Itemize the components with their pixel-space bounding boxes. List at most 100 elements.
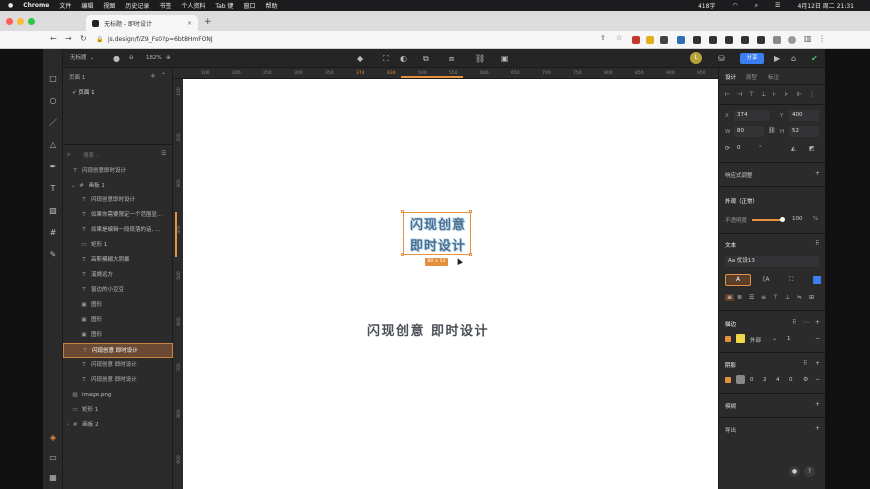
expand-caret-icon[interactable]: ⌄ <box>71 183 76 189</box>
align-top-icon[interactable]: ⊥ <box>761 91 766 98</box>
distribute-icon[interactable]: ⊩ <box>797 91 802 98</box>
extension-icon[interactable] <box>660 36 668 44</box>
opacity-slider-knob[interactable] <box>780 217 785 222</box>
layer-row[interactable]: T 闪现创意 即时设计 <box>63 358 173 373</box>
layer-row[interactable]: T 窗边的小豆豆 <box>63 283 173 298</box>
stroke-checkbox[interactable] <box>725 336 731 342</box>
tab-close-icon[interactable]: × <box>187 20 192 27</box>
shadow-spread[interactable]: 0 <box>789 377 793 383</box>
extension-icon[interactable] <box>646 36 654 44</box>
y-input[interactable]: 400 <box>789 110 819 121</box>
align-vcenter-icon[interactable]: ⊦ <box>773 91 776 98</box>
stroke-width-input[interactable]: 1 <box>787 336 791 342</box>
tab-prototype[interactable]: 原型 <box>746 73 757 81</box>
shadow-y[interactable]: 2 <box>763 377 767 383</box>
resize-handle[interactable] <box>401 210 404 213</box>
constrain-proportions-icon[interactable]: ⛓ <box>768 127 776 134</box>
extension-icon[interactable] <box>709 36 717 44</box>
handoff-icon[interactable]: ⌂ <box>791 54 796 63</box>
text-justify-icon[interactable]: ≡ <box>761 294 766 301</box>
back-icon[interactable]: ← <box>50 34 57 43</box>
extension-icon[interactable] <box>677 36 685 44</box>
stroke-more-icon[interactable]: ⋯ <box>803 319 809 326</box>
image-tool-icon[interactable]: ▨ <box>48 206 58 216</box>
wifi-icon[interactable]: ◠ <box>732 2 737 9</box>
shadow-x[interactable]: 0 <box>750 377 754 383</box>
flip-horizontal-icon[interactable]: ◭ <box>791 145 796 152</box>
ellipse-tool-icon[interactable]: ○ <box>48 96 58 106</box>
add-shadow-icon[interactable]: + <box>815 360 820 367</box>
layer-search-input[interactable]: 搜索... <box>83 151 99 159</box>
text-more-icon[interactable]: ⊞ <box>809 294 814 301</box>
align-left-icon[interactable]: ⊢ <box>725 91 730 98</box>
remove-stroke-icon[interactable]: − <box>815 335 820 342</box>
x-input[interactable]: 374 <box>734 110 770 121</box>
menu-bookmarks[interactable]: 书签 <box>159 1 171 10</box>
menu-help[interactable]: 帮助 <box>266 1 278 10</box>
add-page-icon[interactable]: + <box>150 72 156 80</box>
bookmark-star-icon[interactable]: ☆ <box>616 34 622 42</box>
zoom-out-icon[interactable]: ⊖ <box>129 54 134 63</box>
text-fill-tool-icon[interactable]: A <box>725 274 751 286</box>
text-align-right-icon[interactable]: ☰ <box>749 294 754 301</box>
component-icon[interactable]: ◆ <box>357 54 363 63</box>
profile-icon[interactable] <box>788 36 796 44</box>
reload-icon[interactable]: ↻ <box>80 34 87 43</box>
canvas-big-text[interactable]: 闪现创意 即时设计 <box>367 320 489 339</box>
layer-row[interactable]: ▣ 图形 <box>63 298 173 313</box>
layer-row[interactable]: ▣ 图形 <box>63 313 173 328</box>
opacity-slider-fill[interactable] <box>752 219 782 221</box>
shadow-color-swatch[interactable] <box>736 375 745 384</box>
text-middle-icon[interactable]: ⊥ <box>785 294 790 301</box>
brush-tool-icon[interactable]: ✎ <box>48 250 58 260</box>
pen-tool-icon[interactable]: ✒ <box>48 162 58 172</box>
layer-row[interactable]: T 闪现创意即时设计 <box>63 193 173 208</box>
align-bottom-icon[interactable]: ⊧ <box>785 91 788 98</box>
text-bottom-icon[interactable]: ≒ <box>797 294 802 301</box>
layers-icon[interactable]: ◈ <box>48 433 58 443</box>
tab-design[interactable]: 设计 <box>725 73 736 81</box>
expand-caret-icon[interactable]: › <box>67 422 69 428</box>
menu-view[interactable]: 视图 <box>103 1 115 10</box>
share-icon[interactable]: ⇪ <box>600 34 606 42</box>
menu-profile[interactable]: 个人资料 <box>181 1 205 10</box>
more-icon[interactable]: ⋮ <box>809 91 815 98</box>
close-window-icon[interactable] <box>6 18 13 25</box>
layer-row[interactable]: ▭ 矩形 1 <box>63 238 173 253</box>
file-name[interactable]: 无标题 <box>70 54 87 63</box>
extension-icon[interactable] <box>693 36 701 44</box>
sync-check-icon[interactable]: ✔ <box>811 54 818 63</box>
layer-row[interactable]: T 闪现创意即时设计 <box>63 164 173 179</box>
pages-header[interactable]: 页面 1 <box>69 73 85 81</box>
menu-tab[interactable]: Tab 键 <box>215 1 233 10</box>
polygon-tool-icon[interactable]: △ <box>48 140 58 150</box>
menu-history[interactable]: 历史记录 <box>125 1 149 10</box>
group-icon[interactable]: ⧈ <box>449 54 454 63</box>
menu-file[interactable]: 文件 <box>59 1 71 10</box>
slice-tool-icon[interactable]: # <box>48 228 58 238</box>
layer-row[interactable]: ▨ image.png <box>63 388 173 403</box>
extension-icon[interactable] <box>773 36 781 44</box>
folder-icon[interactable]: ▭ <box>48 453 58 463</box>
zoom-in-icon[interactable]: ⊕ <box>166 54 171 63</box>
resize-handle[interactable] <box>469 253 472 256</box>
forward-icon[interactable]: → <box>65 34 72 43</box>
add-stroke-icon[interactable]: + <box>815 319 820 326</box>
align-right-icon[interactable]: ⊤ <box>749 91 754 98</box>
zoom-window-icon[interactable] <box>28 18 35 25</box>
stroke-style-icon[interactable]: ⠿ <box>792 319 796 326</box>
crop-icon[interactable]: ▣ <box>501 54 509 63</box>
text-align-left-icon[interactable]: ≡ <box>725 294 735 301</box>
tab-annotate[interactable]: 标注 <box>768 73 779 81</box>
add-export-icon[interactable]: + <box>815 425 820 432</box>
minimize-window-icon[interactable] <box>17 18 24 25</box>
add-responsive-icon[interactable]: + <box>815 170 820 177</box>
text-box-icon[interactable]: ⛶ <box>789 276 793 284</box>
layer-row[interactable]: › # 画板 2 <box>63 418 173 433</box>
control-center-icon[interactable]: ☰ <box>775 2 780 9</box>
menu-chrome[interactable]: Chrome <box>23 2 49 9</box>
shadow-checkbox[interactable] <box>725 377 731 383</box>
lock-icon[interactable]: 🔒 <box>96 36 103 43</box>
components-icon[interactable]: ▦ <box>48 473 58 483</box>
chevron-down-icon[interactable]: ⌄ <box>772 335 777 342</box>
